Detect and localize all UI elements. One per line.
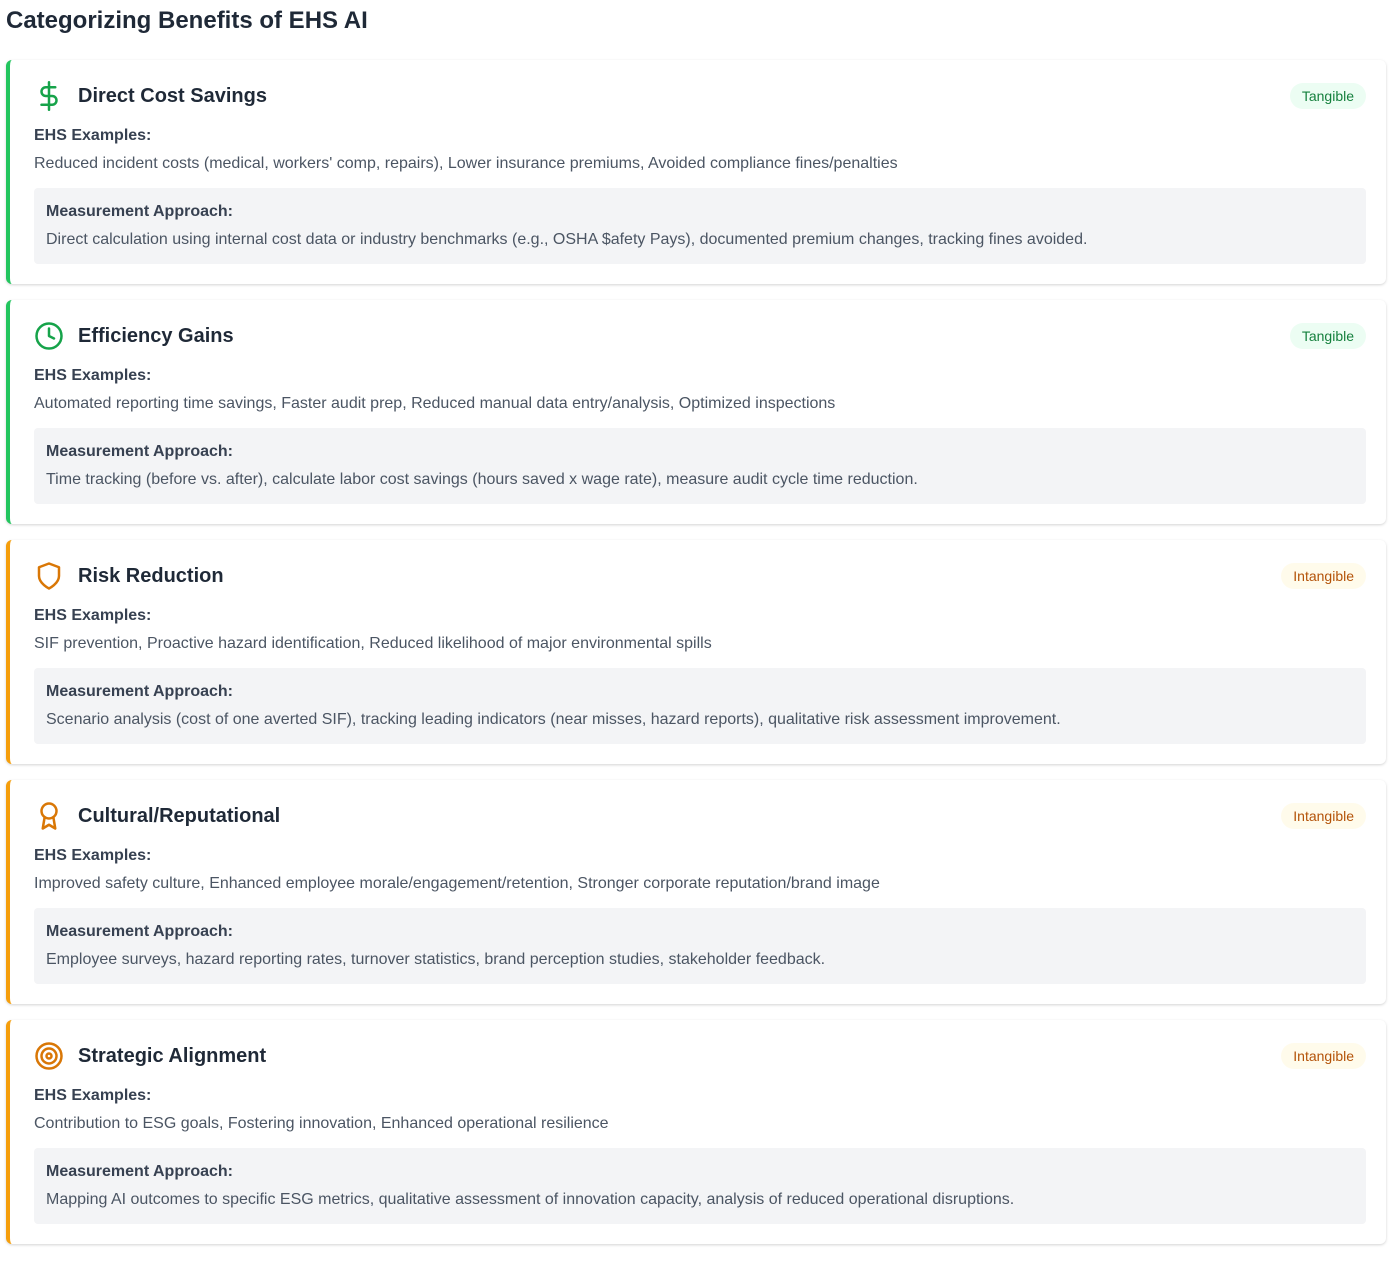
measurement-label: Measurement Approach: <box>46 683 233 700</box>
measurement-approach-box: Measurement Approach: Mapping AI outcome… <box>34 1148 1366 1224</box>
examples-label: EHS Examples: <box>34 127 152 144</box>
benefit-card-direct-cost-savings: Direct Cost Savings Tangible EHS Example… <box>6 60 1386 284</box>
measurement-text: Direct calculation using internal cost d… <box>46 231 1088 248</box>
benefit-type-badge: Tangible <box>1289 83 1366 109</box>
examples-label: EHS Examples: <box>34 367 152 384</box>
examples-label: EHS Examples: <box>34 847 152 864</box>
measurement-label: Measurement Approach: <box>46 923 233 940</box>
examples-label: EHS Examples: <box>34 1087 152 1104</box>
measurement-approach-box: Measurement Approach: Employee surveys, … <box>34 908 1366 984</box>
measurement-approach-box: Measurement Approach: Direct calculation… <box>34 188 1366 264</box>
dollar-icon <box>34 81 64 111</box>
measurement-label: Measurement Approach: <box>46 203 233 220</box>
examples-label: EHS Examples: <box>34 607 152 624</box>
examples-text: SIF prevention, Proactive hazard identif… <box>34 635 712 652</box>
measurement-text: Time tracking (before vs. after), calcul… <box>46 471 918 488</box>
card-title: Direct Cost Savings <box>78 85 267 107</box>
card-title: Efficiency Gains <box>78 325 234 347</box>
measurement-text: Mapping AI outcomes to specific ESG metr… <box>46 1191 1015 1208</box>
card-title: Risk Reduction <box>78 565 224 587</box>
benefit-type-badge: Intangible <box>1281 1043 1366 1069</box>
card-title: Strategic Alignment <box>78 1045 267 1067</box>
examples-text: Contribution to ESG goals, Fostering inn… <box>34 1115 609 1132</box>
award-icon <box>34 801 64 831</box>
benefit-card-cultural-reputational: Cultural/Reputational Intangible EHS Exa… <box>6 780 1386 1004</box>
benefit-card-strategic-alignment: Strategic Alignment Intangible EHS Examp… <box>6 1020 1386 1244</box>
examples-text: Improved safety culture, Enhanced employ… <box>34 875 880 892</box>
measurement-approach-box: Measurement Approach: Scenario analysis … <box>34 668 1366 744</box>
benefit-card-efficiency-gains: Efficiency Gains Tangible EHS Examples: … <box>6 300 1386 524</box>
card-title: Cultural/Reputational <box>78 805 281 827</box>
measurement-label: Measurement Approach: <box>46 1163 233 1180</box>
measurement-text: Employee surveys, hazard reporting rates… <box>46 951 826 968</box>
page-title: Categorizing Benefits of EHS AI <box>6 7 368 34</box>
clock-icon <box>34 321 64 351</box>
target-icon <box>34 1041 64 1071</box>
benefit-type-badge: Intangible <box>1281 803 1366 829</box>
benefit-type-badge: Tangible <box>1289 323 1366 349</box>
benefit-card-risk-reduction: Risk Reduction Intangible EHS Examples: … <box>6 540 1386 764</box>
measurement-approach-box: Measurement Approach: Time tracking (bef… <box>34 428 1366 504</box>
measurement-label: Measurement Approach: <box>46 443 233 460</box>
measurement-text: Scenario analysis (cost of one averted S… <box>46 711 1061 728</box>
benefit-card-list: Direct Cost Savings Tangible EHS Example… <box>6 60 1386 1260</box>
shield-icon <box>34 561 64 591</box>
examples-text: Automated reporting time savings, Faster… <box>34 395 836 412</box>
benefit-type-badge: Intangible <box>1281 563 1366 589</box>
examples-text: Reduced incident costs (medical, workers… <box>34 155 898 172</box>
